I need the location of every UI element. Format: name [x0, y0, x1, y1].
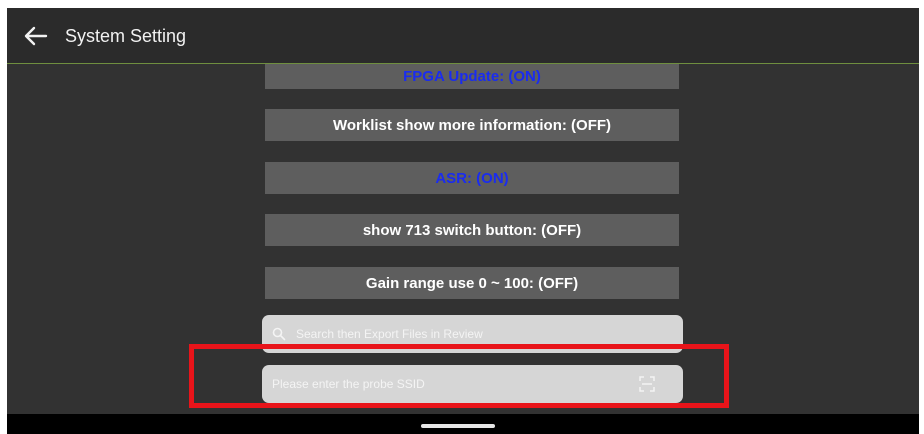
arrow-left-icon — [24, 26, 48, 46]
worklist-info-button[interactable]: Worklist show more information: (OFF) — [265, 109, 679, 141]
search-export-input[interactable] — [296, 315, 683, 353]
search-icon — [272, 327, 286, 341]
show-713-switch-button[interactable]: show 713 switch button: (OFF) — [265, 214, 679, 246]
asr-button[interactable]: ASR: (ON) — [265, 162, 679, 194]
app-bar: System Setting — [7, 8, 919, 64]
app-screen: System Setting FPGA Update: (ON) Worklis… — [7, 8, 919, 434]
system-nav-bar — [7, 414, 919, 434]
fpga-update-button[interactable]: FPGA Update: (ON) — [265, 64, 679, 89]
page-title: System Setting — [65, 26, 187, 46]
back-button[interactable] — [21, 22, 51, 50]
home-indicator[interactable] — [421, 424, 495, 428]
probe-ssid-field — [262, 365, 683, 403]
probe-ssid-input[interactable] — [272, 365, 639, 403]
screenshot-frame: System Setting FPGA Update: (ON) Worklis… — [0, 0, 924, 434]
scan-icon[interactable] — [639, 376, 655, 392]
gain-range-button[interactable]: Gain range use 0 ~ 100: (OFF) — [265, 267, 679, 299]
search-export-field — [262, 315, 683, 353]
